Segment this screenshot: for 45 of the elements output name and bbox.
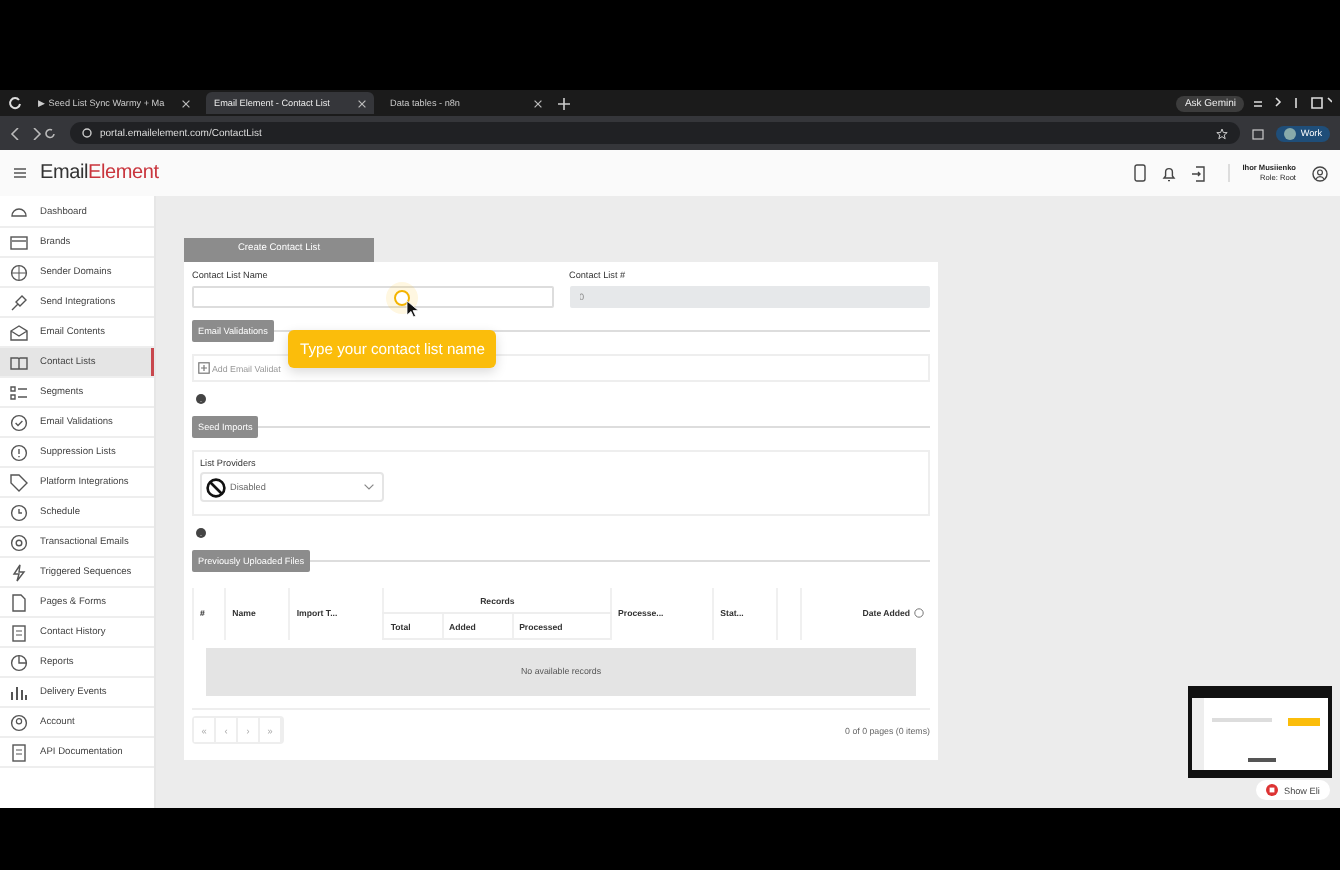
clock-icon [10, 503, 28, 521]
screen-thumbnail-drawing [1188, 686, 1332, 778]
gauge-icon [10, 203, 28, 221]
reload-icon [8, 96, 22, 110]
lightning-icon [10, 563, 28, 581]
close-icon[interactable] [534, 99, 542, 107]
help-icon [196, 394, 206, 404]
document-icon [10, 743, 28, 761]
logout-icon[interactable] [1192, 165, 1207, 181]
extension-icon [1252, 127, 1265, 139]
menu-icon [14, 168, 26, 178]
cursor-icon [406, 300, 418, 318]
list-icon [10, 383, 28, 401]
input-field[interactable] [192, 286, 553, 308]
info-icon [914, 608, 924, 619]
user-icon[interactable] [1312, 165, 1328, 181]
document-icon [10, 593, 28, 611]
tag-icon [10, 473, 28, 491]
envelope-icon [10, 323, 28, 341]
prohibited-icon [206, 477, 226, 497]
logo: EmailElement [40, 162, 159, 184]
plus-square-icon [198, 362, 210, 374]
check-circle-icon [10, 413, 28, 431]
book-icon [10, 353, 28, 371]
plus-icon [558, 97, 570, 109]
clipboard-icon [10, 623, 28, 641]
at-sign-icon [10, 533, 28, 551]
chevron-down-icon [364, 484, 374, 490]
pie-chart-icon [10, 653, 28, 671]
plug-icon [10, 293, 28, 311]
close-icon[interactable] [182, 99, 190, 107]
user-circle-icon [10, 713, 28, 731]
help-icon [196, 528, 206, 538]
globe-icon [10, 263, 28, 281]
alert-circle-icon [10, 443, 28, 461]
star-icon [1216, 127, 1229, 139]
bell-icon[interactable] [1162, 165, 1177, 181]
card-icon [10, 233, 28, 251]
bar-chart-icon [10, 683, 28, 701]
navigation-icon [10, 127, 58, 139]
avatar-icon [1284, 127, 1297, 139]
close-icon[interactable] [358, 99, 366, 107]
phone-icon[interactable] [1134, 164, 1147, 182]
stop-icon [1266, 784, 1278, 796]
site-info-icon [82, 128, 92, 138]
